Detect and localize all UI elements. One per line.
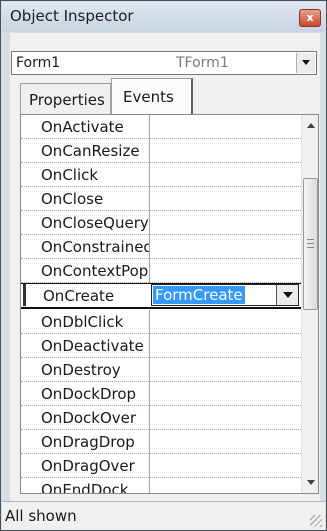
- chevron-down-icon: [302, 60, 310, 65]
- column-divider: [149, 211, 150, 235]
- event-handler-value[interactable]: FormCreate: [153, 286, 245, 304]
- chevron-down-icon: [282, 292, 293, 298]
- event-row-oncreate[interactable]: OnCreate FormCreate: [21, 283, 301, 309]
- event-row-onconstrainedresize[interactable]: OnConstrainedResize: [21, 235, 301, 259]
- window-title: Object Inspector: [10, 7, 134, 25]
- event-name: OnActivate: [41, 118, 124, 136]
- close-icon: x: [306, 11, 314, 24]
- event-row-onclick[interactable]: OnClick: [21, 163, 301, 187]
- size-grip-icon[interactable]: [310, 515, 322, 527]
- column-divider: [149, 334, 150, 358]
- object-selector-dropdown-button[interactable]: [296, 53, 315, 73]
- event-name: OnDockOver: [41, 409, 137, 427]
- event-name: OnConstrainedResize: [41, 238, 149, 256]
- title-bar[interactable]: Object Inspector x: [2, 2, 325, 32]
- event-name: OnCanResize: [41, 142, 140, 160]
- column-divider: [149, 310, 150, 334]
- event-row-ondragdrop[interactable]: OnDragDrop: [21, 430, 301, 454]
- column-divider: [149, 187, 150, 211]
- column-divider: [149, 454, 150, 478]
- object-class: TForm1: [176, 55, 229, 71]
- event-name: OnDockDrop: [41, 385, 137, 403]
- event-name: OnClick: [41, 166, 99, 184]
- event-row-oncanresize[interactable]: OnCanResize: [21, 139, 301, 163]
- tab-properties-label: Properties: [29, 91, 105, 109]
- event-name: OnDeactivate: [41, 337, 144, 355]
- event-name: OnContextPopup: [41, 262, 149, 280]
- event-row-oncontextpopup[interactable]: OnContextPopup: [21, 259, 301, 283]
- tab-events[interactable]: Events: [111, 78, 193, 114]
- event-name: OnDestroy: [41, 361, 121, 379]
- event-row-ondblclick[interactable]: OnDblClick: [21, 310, 301, 334]
- event-row-ondragover[interactable]: OnDragOver: [21, 454, 301, 478]
- close-button[interactable]: x: [299, 9, 321, 27]
- grip-icon: [307, 239, 314, 248]
- column-divider: [149, 139, 150, 163]
- selection-marker: [23, 284, 26, 306]
- object-inspector-window: Object Inspector x Form1 TForm1 Properti…: [0, 0, 327, 531]
- event-row-onactivate[interactable]: OnActivate: [21, 115, 301, 139]
- column-divider: [149, 478, 150, 493]
- event-name: OnCloseQuery: [41, 214, 149, 232]
- object-selector[interactable]: Form1 TForm1: [11, 51, 317, 75]
- vertical-scrollbar[interactable]: [301, 115, 318, 493]
- column-divider: [149, 163, 150, 187]
- status-text: All shown: [5, 507, 77, 525]
- event-handler-field[interactable]: FormCreate: [151, 284, 299, 306]
- scroll-down-arrow-icon[interactable]: [307, 480, 315, 485]
- event-row-ondockover[interactable]: OnDockOver: [21, 406, 301, 430]
- column-divider: [149, 382, 150, 406]
- object-name: Form1: [16, 55, 61, 71]
- tab-properties[interactable]: Properties: [20, 83, 111, 114]
- event-name: OnEndDock: [41, 481, 129, 494]
- tab-events-label: Events: [123, 88, 174, 106]
- event-name: OnDragOver: [41, 457, 135, 475]
- column-divider: [149, 259, 150, 283]
- event-row-ondeactivate[interactable]: OnDeactivate: [21, 334, 301, 358]
- scroll-up-arrow-icon[interactable]: [307, 123, 315, 128]
- column-divider: [149, 430, 150, 454]
- event-row-ondockdrop[interactable]: OnDockDrop: [21, 382, 301, 406]
- status-bar: All shown: [2, 501, 325, 530]
- event-row-onenddock[interactable]: OnEndDock: [21, 478, 301, 494]
- column-divider: [149, 235, 150, 259]
- event-handler-dropdown-button[interactable]: [276, 285, 298, 305]
- event-name: OnCreate: [43, 287, 115, 305]
- column-divider: [149, 406, 150, 430]
- event-name: OnDblClick: [41, 313, 124, 331]
- column-divider: [149, 115, 150, 139]
- event-name: OnClose: [41, 190, 104, 208]
- event-name: OnDragDrop: [41, 433, 135, 451]
- events-grid: OnActivate OnCanResize OnClick OnClose O…: [20, 114, 319, 494]
- scrollbar-thumb[interactable]: [303, 178, 318, 310]
- event-row-onclosequery[interactable]: OnCloseQuery: [21, 211, 301, 235]
- event-row-onclose[interactable]: OnClose: [21, 187, 301, 211]
- column-divider: [149, 358, 150, 382]
- event-row-ondestroy[interactable]: OnDestroy: [21, 358, 301, 382]
